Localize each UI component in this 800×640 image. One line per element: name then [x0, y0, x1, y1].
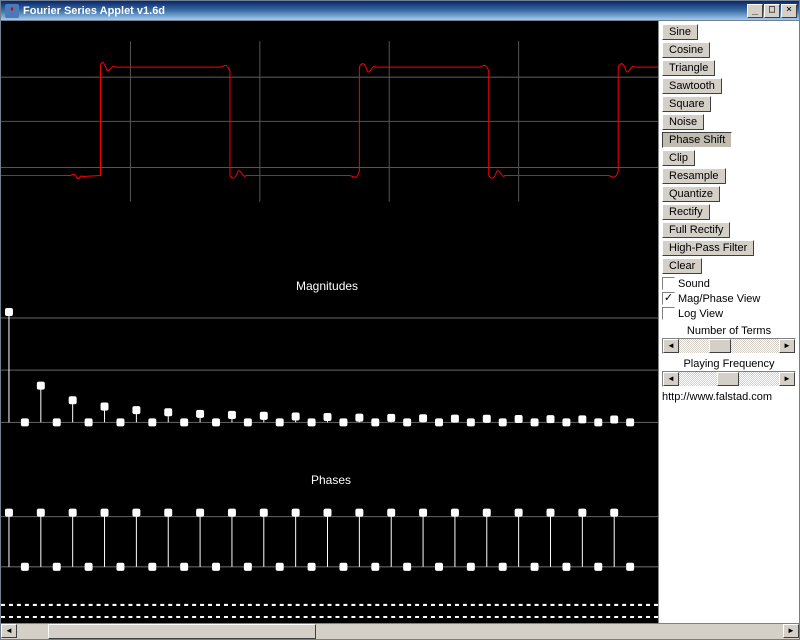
phase-shift-button[interactable]: Phase Shift — [662, 132, 732, 148]
sound-checkbox[interactable] — [662, 277, 675, 290]
terms-slider-label: Number of Terms — [662, 325, 796, 337]
java-icon — [5, 4, 19, 18]
log-view-label: Log View — [678, 308, 723, 320]
rectify-button[interactable]: Rectify — [662, 204, 710, 220]
bottom-scrollbar[interactable]: ◄ ► — [1, 623, 799, 639]
url-label: http://www.falstad.com — [662, 391, 772, 403]
waveform-trace — [1, 63, 658, 179]
content-area: Magnitudes Phases Sine Cosine Triangle S… — [1, 21, 799, 623]
resample-button[interactable]: Resample — [662, 168, 726, 184]
cosine-button[interactable]: Cosine — [662, 42, 710, 58]
high-pass-button[interactable]: High-Pass Filter — [662, 240, 754, 256]
window-buttons: _ □ × — [746, 4, 797, 18]
quantize-button[interactable]: Quantize — [662, 186, 720, 202]
mag-phase-label: Mag/Phase View — [678, 293, 760, 305]
full-rectify-button[interactable]: Full Rectify — [662, 222, 730, 238]
freq-slider[interactable]: ◄ ► — [662, 371, 796, 387]
mag-phase-checkbox[interactable] — [662, 292, 675, 305]
right-arrow-icon[interactable]: ► — [783, 624, 799, 638]
left-arrow-icon[interactable]: ◄ — [663, 372, 679, 386]
log-view-checkbox[interactable] — [662, 307, 675, 320]
maximize-button[interactable]: □ — [764, 4, 780, 18]
freq-slider-label: Playing Frequency — [662, 358, 796, 370]
triangle-button[interactable]: Triangle — [662, 60, 715, 76]
titlebar: Fourier Series Applet v1.6d _ □ × — [1, 1, 799, 21]
clip-button[interactable]: Clip — [662, 150, 695, 166]
sound-label: Sound — [678, 278, 710, 290]
window-title: Fourier Series Applet v1.6d — [23, 5, 746, 17]
square-button[interactable]: Square — [662, 96, 711, 112]
close-button[interactable]: × — [781, 4, 797, 18]
left-arrow-icon[interactable]: ◄ — [663, 339, 679, 353]
magnitudes-label: Magnitudes — [296, 279, 358, 293]
app-window: Fourier Series Applet v1.6d _ □ × — [0, 0, 800, 640]
plot-canvas[interactable]: Magnitudes Phases — [1, 21, 659, 623]
side-panel: Sine Cosine Triangle Sawtooth Square Noi… — [659, 21, 799, 623]
plot-svg — [1, 21, 658, 623]
left-arrow-icon[interactable]: ◄ — [1, 624, 17, 638]
minimize-button[interactable]: _ — [747, 4, 763, 18]
phases-label: Phases — [311, 473, 351, 487]
sine-button[interactable]: Sine — [662, 24, 698, 40]
sawtooth-button[interactable]: Sawtooth — [662, 78, 722, 94]
right-arrow-icon[interactable]: ► — [779, 339, 795, 353]
noise-button[interactable]: Noise — [662, 114, 704, 130]
right-arrow-icon[interactable]: ► — [779, 372, 795, 386]
terms-slider[interactable]: ◄ ► — [662, 338, 796, 354]
clear-button[interactable]: Clear — [662, 258, 702, 274]
